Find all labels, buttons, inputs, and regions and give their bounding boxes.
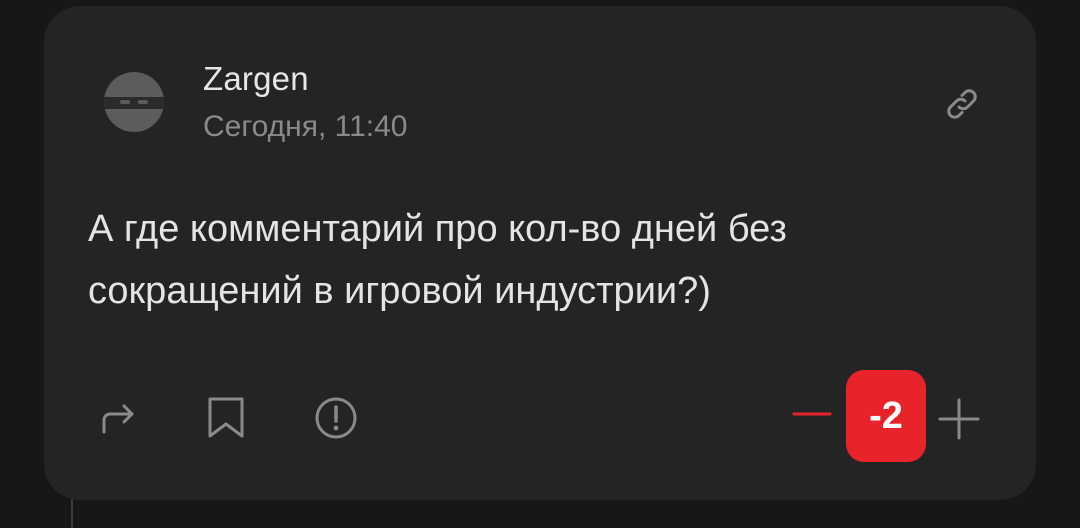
- avatar-eye-left: [120, 100, 130, 104]
- avatar[interactable]: [104, 72, 164, 132]
- report-icon: [315, 397, 357, 439]
- copy-link-button[interactable]: [940, 82, 984, 126]
- reply-arrow-icon: [102, 404, 134, 434]
- report-button[interactable]: [312, 394, 360, 442]
- comment-card: Zargen Сегодня, 11:40 А где комментарий …: [44, 6, 1036, 500]
- upvote-button[interactable]: [936, 396, 982, 442]
- author-name[interactable]: Zargen: [203, 60, 309, 98]
- avatar-mask-band: [104, 97, 164, 109]
- comment-text: А где комментарий про кол-во дней без со…: [88, 208, 787, 312]
- link-icon: [947, 89, 977, 119]
- downvote-button[interactable]: [790, 392, 834, 436]
- rating-badge: -2: [846, 370, 926, 462]
- bookmark-icon: [208, 397, 244, 438]
- comment-timestamp: Сегодня, 11:40: [203, 110, 408, 143]
- minus-icon: [792, 412, 832, 416]
- bookmark-button[interactable]: [202, 394, 250, 442]
- plus-icon: [938, 398, 980, 440]
- reply-button[interactable]: [96, 394, 144, 442]
- avatar-eye-right: [138, 100, 148, 104]
